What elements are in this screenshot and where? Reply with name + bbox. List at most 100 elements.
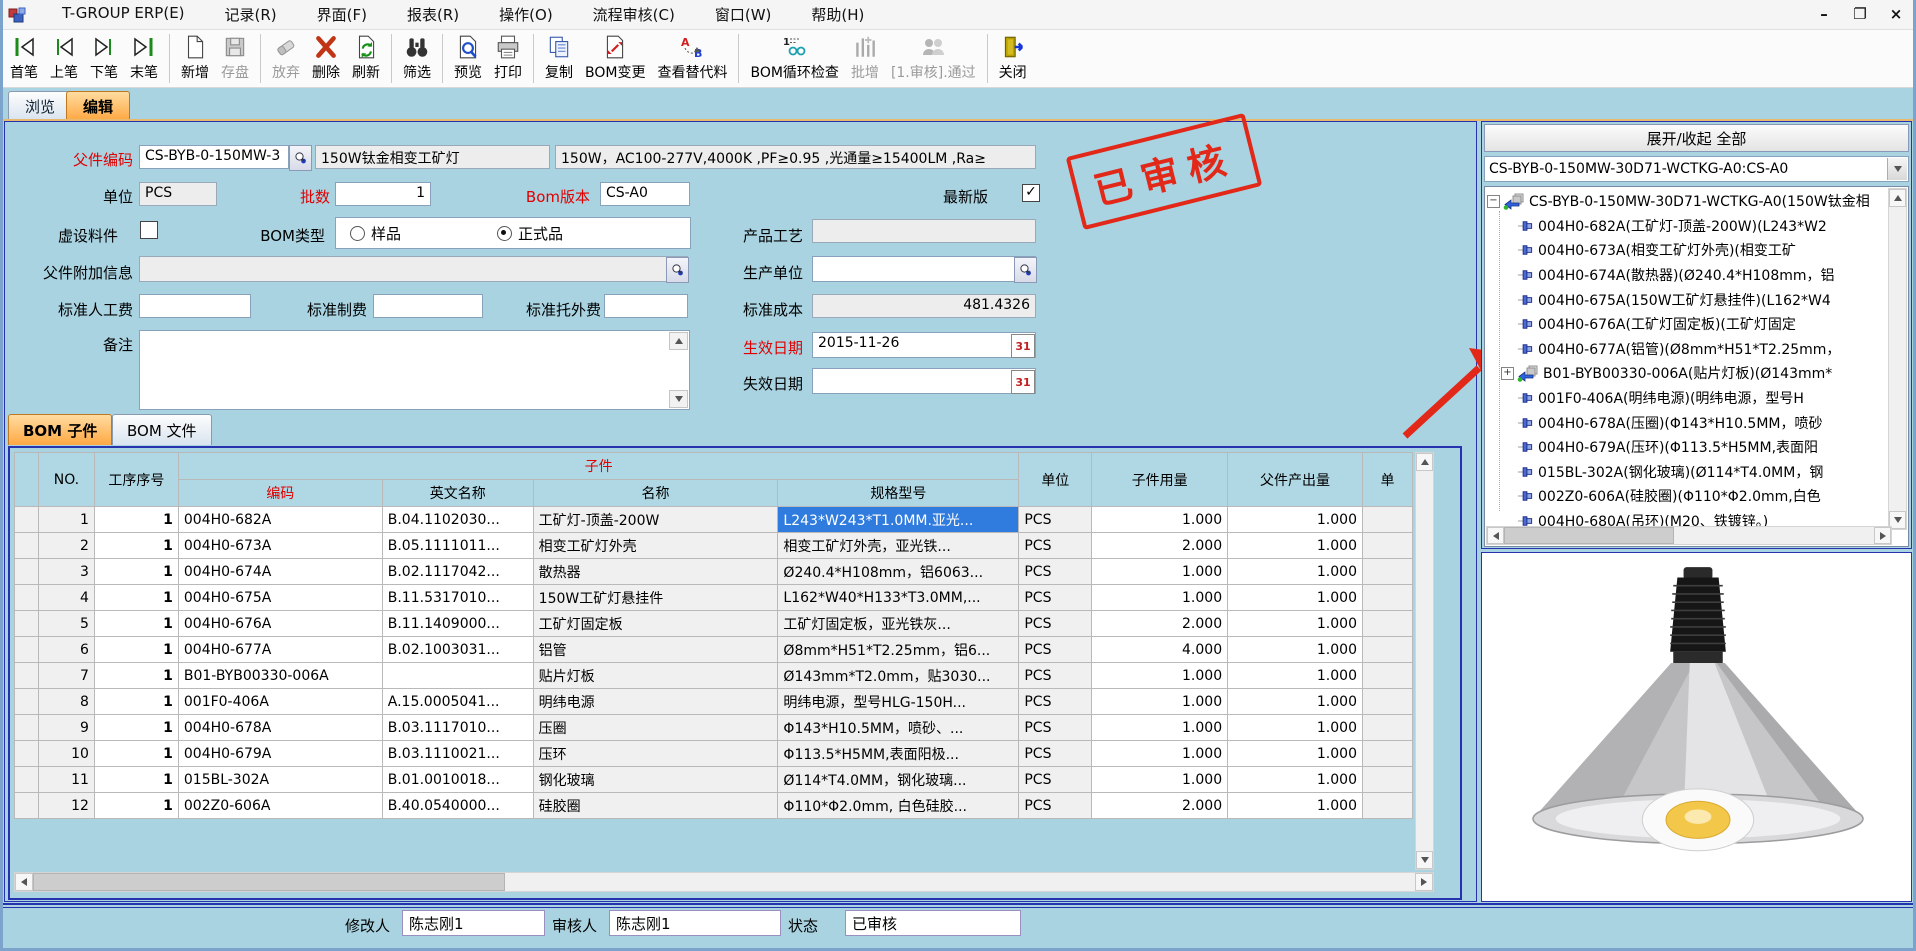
table-cell[interactable]: Ø114*T4.0MM，钢化玻璃... (778, 767, 1019, 793)
toolbar-button-substitute[interactable]: AB查看替代料 (651, 31, 733, 86)
bom-version-input[interactable]: CS-A0 (600, 182, 690, 206)
collapse-box-icon[interactable]: − (1487, 195, 1500, 208)
table-cell[interactable]: 1.000 (1092, 663, 1228, 689)
expand-box-icon[interactable]: + (1501, 367, 1514, 380)
tree-item-part[interactable]: 004H0-677A(铝管)(Ø8mm*H51*T2.25mm， (1487, 337, 1889, 362)
table-cell[interactable]: 7 (38, 663, 94, 689)
col-pqty[interactable]: 父件产出量 (1228, 453, 1363, 507)
prod-unit-lookup-button[interactable] (1014, 257, 1037, 283)
tree-vscrollbar[interactable] (1888, 188, 1907, 530)
col-en[interactable]: 英文名称 (382, 480, 533, 507)
parent-extra-field[interactable] (139, 256, 688, 282)
table-scroll-left[interactable] (15, 873, 33, 891)
table-cell[interactable]: 001F0-406A (178, 689, 382, 715)
table-cell[interactable]: 压环 (533, 741, 778, 767)
tree-item-part[interactable]: 004H0-676A(工矿灯固定板)(工矿灯固定 (1487, 312, 1889, 337)
table-cell[interactable]: 4.000 (1092, 637, 1228, 663)
tree-scroll-up[interactable] (1889, 189, 1906, 207)
table-cell[interactable]: 1 (94, 793, 178, 819)
table-cell[interactable]: 1 (94, 507, 178, 533)
row-selector-cell[interactable] (15, 793, 39, 819)
table-cell[interactable]: Ø240.4*H108mm，铝6063... (778, 559, 1019, 585)
table-cell[interactable]: 2.000 (1092, 793, 1228, 819)
toolbar-button-bom-loop-check[interactable]: 1BOM循环检查 (744, 31, 844, 86)
table-cell[interactable]: 5 (38, 611, 94, 637)
table-cell[interactable]: 1.000 (1092, 689, 1228, 715)
tab-edit[interactable]: 编辑 (66, 91, 130, 120)
table-cell[interactable]: 1.000 (1228, 533, 1363, 559)
table-cell[interactable]: PCS (1019, 611, 1092, 637)
effective-date-input[interactable]: 2015-11-26 (812, 332, 1036, 358)
table-cell[interactable]: 11 (38, 767, 94, 793)
table-cell[interactable]: 3 (38, 559, 94, 585)
table-cell[interactable]: A.15.0005041... (382, 689, 533, 715)
tab-bom-children[interactable]: BOM 子件 (8, 414, 112, 445)
row-selector-cell[interactable] (15, 767, 39, 793)
table-cell[interactable]: 1 (94, 689, 178, 715)
tree-item-part[interactable]: 004H0-680A(吊环)(M20、铁镀锌。) (1487, 509, 1889, 527)
table-cell[interactable]: Φ143*H10.5MM，喷砂、... (778, 715, 1019, 741)
table-cell[interactable]: 004H0-679A (178, 741, 382, 767)
restore-button[interactable]: ❐ (1850, 5, 1870, 23)
table-cell[interactable]: PCS (1019, 663, 1092, 689)
parent-code-input[interactable]: CS-BYB-0-150MW-3 (139, 145, 289, 169)
toolbar-button-new[interactable]: 新增 (175, 31, 215, 86)
table-cell[interactable] (1362, 585, 1412, 611)
tree-hscrollbar[interactable] (1486, 526, 1892, 545)
menu-item-0[interactable]: T-GROUP ERP(E) (42, 2, 205, 27)
table-cell[interactable]: 工矿灯-顶盖-200W (533, 507, 778, 533)
tree-item-assembly[interactable]: +B01-BYB00330-006A(贴片灯板)(Ø143mm* (1487, 361, 1889, 386)
table-cell[interactable]: 004H0-677A (178, 637, 382, 663)
table-cell[interactable]: 1.000 (1228, 585, 1363, 611)
table-hscrollbar[interactable] (14, 872, 1434, 892)
table-cell[interactable]: 1.000 (1092, 715, 1228, 741)
table-cell[interactable]: 004H0-676A (178, 611, 382, 637)
table-cell[interactable]: 2.000 (1092, 611, 1228, 637)
table-cell[interactable]: 1.000 (1092, 767, 1228, 793)
table-cell[interactable]: 1 (94, 611, 178, 637)
table-cell[interactable]: 004H0-675A (178, 585, 382, 611)
table-cell[interactable]: 1.000 (1228, 793, 1363, 819)
tree-item-part[interactable]: 004H0-673A(相变工矿灯外壳)(相变工矿 (1487, 238, 1889, 263)
menu-item-3[interactable]: 报表(R) (387, 2, 479, 27)
tree-item-part[interactable]: 004H0-674A(散热器)(Ø240.4*H108mm，铝 (1487, 263, 1889, 288)
table-cell[interactable]: PCS (1019, 585, 1092, 611)
toolbar-button-print[interactable]: 打印 (488, 31, 528, 86)
toolbar-button-next-record[interactable]: 下笔 (84, 31, 124, 86)
table-cell[interactable]: 004H0-678A (178, 715, 382, 741)
table-cell[interactable] (1362, 559, 1412, 585)
col-seq[interactable]: 工序序号 (94, 453, 178, 507)
tree-item-part[interactable]: 004H0-678A(压圈)(Φ143*H10.5MM，喷砂 (1487, 410, 1889, 435)
table-scroll-down[interactable] (1416, 851, 1433, 869)
dropdown-arrow-button[interactable] (1887, 158, 1907, 180)
table-cell[interactable]: B.03.1110021... (382, 741, 533, 767)
tab-bom-files[interactable]: BOM 文件 (112, 414, 212, 445)
table-scroll-up[interactable] (1416, 453, 1433, 471)
table-cell[interactable] (1362, 767, 1412, 793)
table-cell[interactable]: B.01.0010018... (382, 767, 533, 793)
row-selector-cell[interactable] (15, 533, 39, 559)
col-qty[interactable]: 子件用量 (1092, 453, 1228, 507)
col-spec[interactable]: 规格型号 (778, 480, 1019, 507)
latest-version-checkbox[interactable]: ✓ (1022, 184, 1040, 202)
col-name[interactable]: 名称 (533, 480, 778, 507)
table-cell[interactable]: 1.000 (1228, 507, 1363, 533)
table-cell[interactable] (1362, 637, 1412, 663)
table-cell[interactable]: 9 (38, 715, 94, 741)
tree-scroll-left[interactable] (1487, 527, 1504, 544)
table-cell[interactable]: PCS (1019, 715, 1092, 741)
table-cell[interactable]: 1.000 (1228, 741, 1363, 767)
table-cell[interactable]: 压圈 (533, 715, 778, 741)
row-selector-cell[interactable] (15, 741, 39, 767)
table-cell[interactable]: 铝管 (533, 637, 778, 663)
table-cell[interactable]: 004H0-674A (178, 559, 382, 585)
bom-type-formal[interactable]: 正式品 (497, 223, 563, 244)
parent-code-lookup-button[interactable] (289, 145, 312, 171)
table-cell[interactable] (1362, 689, 1412, 715)
virtual-part-checkbox[interactable] (140, 221, 158, 239)
table-hscroll-thumb[interactable] (33, 873, 505, 891)
prod-unit-input[interactable] (812, 256, 1036, 282)
table-cell[interactable]: 1.000 (1092, 559, 1228, 585)
row-selector-cell[interactable] (15, 507, 39, 533)
table-cell[interactable]: B01-BYB00330-006A (178, 663, 382, 689)
